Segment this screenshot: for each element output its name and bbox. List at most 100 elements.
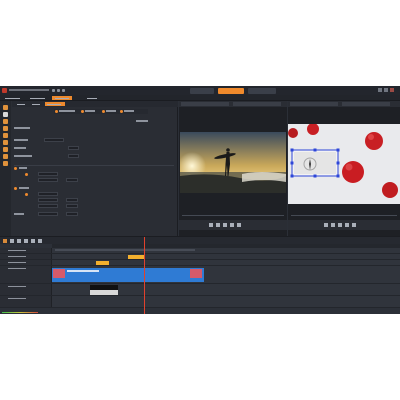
top-tab-library[interactable] (190, 88, 214, 94)
move-tool-icon[interactable] (3, 112, 8, 117)
maximize-icon[interactable] (384, 88, 388, 92)
section-header (14, 166, 74, 170)
title-clip[interactable] (96, 261, 109, 265)
minimize-icon[interactable] (378, 88, 382, 92)
undo-icon[interactable] (52, 89, 55, 92)
effect-time-ruler (291, 213, 397, 216)
tab-preview-b[interactable] (233, 102, 281, 106)
link-icon[interactable] (10, 238, 14, 243)
stop-icon[interactable] (338, 223, 342, 227)
source-video-frame[interactable] (180, 132, 286, 193)
tool-column (0, 101, 11, 236)
track-label-bar (55, 249, 195, 251)
property-subtabs (12, 101, 178, 107)
menu-bar[interactable] (9, 89, 49, 91)
numeric-field[interactable] (68, 154, 79, 158)
text-tool-icon[interactable] (3, 126, 8, 131)
numeric-field[interactable] (68, 146, 79, 150)
numeric-field[interactable] (66, 178, 78, 182)
play-icon[interactable] (216, 223, 220, 227)
effect-category-bar (54, 109, 148, 114)
property-row-2 (14, 138, 74, 142)
close-icon[interactable] (390, 88, 394, 92)
top-tab-export[interactable] (248, 88, 276, 94)
property-row-3 (14, 146, 154, 150)
snap-icon[interactable] (17, 238, 21, 243)
source-transport-controls (179, 220, 287, 230)
numeric-field[interactable] (66, 204, 78, 208)
title-clip[interactable] (128, 255, 145, 259)
tab-preview-a[interactable] (181, 102, 229, 106)
ornaments-image (288, 124, 400, 204)
playhead[interactable] (144, 237, 145, 314)
main-video-clip[interactable] (52, 268, 204, 282)
property-row-9 (14, 204, 154, 208)
numeric-field[interactable] (38, 178, 58, 182)
help-icon[interactable] (62, 89, 65, 92)
effect-preview-tabs (288, 101, 400, 107)
timeline-track-main-video[interactable] (0, 266, 400, 284)
tab-effects[interactable] (27, 96, 49, 100)
overlay-clip[interactable] (90, 285, 118, 295)
property-row-5 (14, 172, 154, 176)
play-icon[interactable] (331, 223, 335, 227)
surfer-sunset-image (180, 132, 286, 193)
timeline-track[interactable] (0, 284, 400, 296)
zoom-icon[interactable] (38, 238, 42, 243)
tab-effect-a[interactable] (290, 102, 338, 106)
tab-properties[interactable] (52, 96, 72, 100)
source-time-ruler (182, 213, 284, 216)
numeric-field[interactable] (38, 198, 58, 202)
subtab-2[interactable] (30, 102, 42, 106)
skip-back-icon[interactable] (324, 223, 328, 227)
brush-tool-icon[interactable] (3, 133, 8, 138)
shape-tool-icon[interactable] (3, 140, 8, 145)
subtab-1[interactable] (15, 102, 27, 106)
crop-tool-icon[interactable] (3, 119, 8, 124)
property-row-4 (14, 154, 154, 158)
top-tab-edit[interactable] (218, 88, 244, 94)
tab-text[interactable] (84, 96, 98, 100)
clip-thumbnail (190, 269, 202, 278)
skip-forward-icon[interactable] (230, 223, 234, 227)
effect-preview-panel (288, 101, 400, 236)
effect-video-frame[interactable] (288, 124, 400, 204)
numeric-field[interactable] (66, 198, 78, 202)
clip-label (67, 270, 99, 272)
tab-library[interactable] (2, 96, 24, 100)
loop-icon[interactable] (237, 223, 241, 227)
speed-tool-icon[interactable] (3, 161, 8, 166)
loop-icon[interactable] (352, 223, 356, 227)
app-logo-icon (2, 88, 7, 93)
audio-level-meter (0, 311, 40, 314)
timeline-toolbar (0, 237, 400, 244)
razor-icon[interactable] (3, 238, 7, 243)
numeric-field[interactable] (38, 192, 58, 196)
source-preview-tabs (179, 101, 287, 107)
select-tool-icon[interactable] (3, 105, 8, 110)
audio-icon[interactable] (31, 238, 35, 243)
property-row-6 (14, 178, 154, 182)
tab-effect-b[interactable] (342, 102, 390, 106)
numeric-field[interactable] (38, 172, 58, 176)
skip-forward-icon[interactable] (345, 223, 349, 227)
timeline-panel (0, 236, 400, 314)
mask-tool-icon[interactable] (3, 154, 8, 159)
numeric-field[interactable] (66, 212, 78, 216)
effect-transport-controls (288, 220, 400, 230)
property-row-7 (14, 192, 154, 196)
dropdown-field[interactable] (44, 138, 64, 142)
stop-icon[interactable] (223, 223, 227, 227)
color-tool-icon[interactable] (3, 147, 8, 152)
section-header (14, 186, 74, 190)
numeric-field[interactable] (38, 204, 58, 208)
subtab-3[interactable] (45, 102, 65, 106)
timeline-track[interactable] (0, 296, 400, 308)
clip-thumbnail (53, 269, 65, 278)
redo-icon[interactable] (57, 89, 60, 92)
property-row-8 (14, 198, 154, 202)
numeric-field[interactable] (38, 212, 58, 216)
skip-back-icon[interactable] (209, 223, 213, 227)
marker-icon[interactable] (24, 238, 28, 243)
title-bar (0, 86, 400, 95)
